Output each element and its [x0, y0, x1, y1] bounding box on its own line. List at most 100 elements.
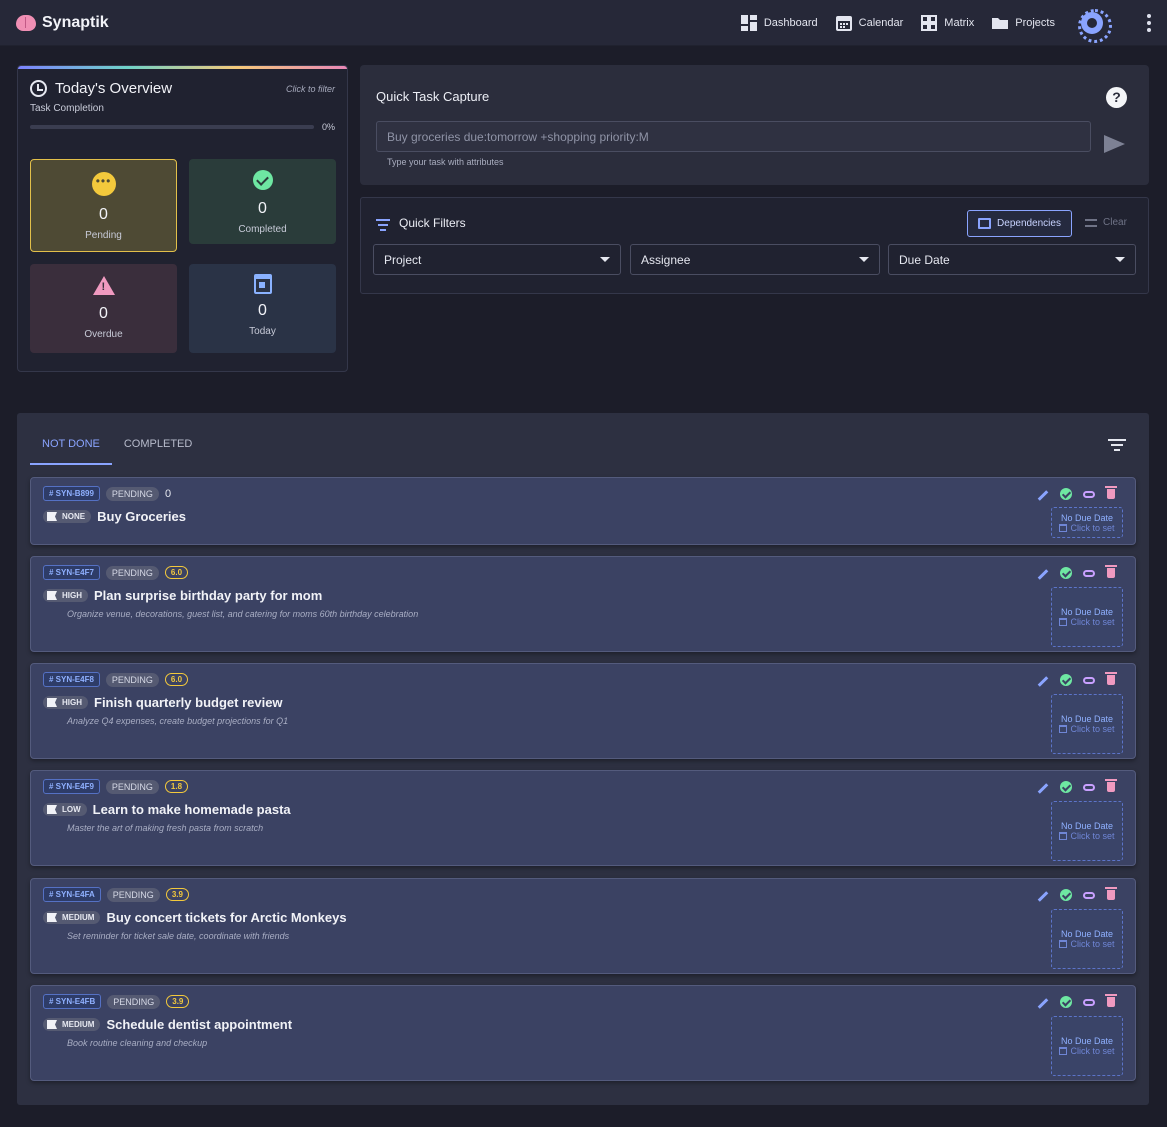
task-description: Analyze Q4 expenses, create budget proje…	[67, 716, 289, 726]
flag-icon	[47, 591, 57, 600]
link-icon[interactable]	[1083, 676, 1095, 684]
due-date-box[interactable]: No Due Date Click to set	[1051, 909, 1123, 969]
stat-card-pending[interactable]: 0 Pending	[30, 159, 177, 252]
project-select[interactable]: Project	[373, 244, 621, 275]
clear-filters-button[interactable]: Clear	[1085, 217, 1127, 228]
send-icon[interactable]	[1104, 135, 1125, 153]
edit-icon[interactable]	[1037, 890, 1049, 902]
edit-icon[interactable]	[1037, 997, 1049, 1009]
task-status-chip: PENDING	[105, 565, 159, 580]
task-id-chip[interactable]: # SYN-E4FA	[43, 887, 101, 902]
due-date-box[interactable]: No Due Date Click to set	[1051, 587, 1123, 647]
task-status-chip: PENDING	[105, 672, 159, 687]
stat-card-overdue[interactable]: 0 Overdue	[30, 264, 177, 353]
stat-card-today[interactable]: 0 Today	[189, 264, 336, 353]
edit-icon[interactable]	[1037, 782, 1049, 794]
matrix-icon	[921, 14, 938, 31]
quick-filters-panel: Quick Filters Dependencies Clear Project…	[360, 197, 1149, 294]
edit-icon[interactable]	[1037, 568, 1049, 580]
tab-completed[interactable]: COMPLETED	[112, 433, 204, 465]
task-status-chip: PENDING	[106, 887, 160, 902]
clock-icon	[30, 80, 47, 97]
task-title: Finish quarterly budget review	[94, 695, 283, 710]
complete-icon[interactable]	[1060, 567, 1072, 579]
due-date-label: No Due Date	[1060, 1036, 1114, 1046]
nav-calendar[interactable]: Calendar	[835, 15, 903, 31]
task-tabs: NOT DONE COMPLETED	[30, 433, 204, 465]
settings-gear-icon[interactable]	[1078, 8, 1112, 43]
link-icon[interactable]	[1083, 998, 1095, 1006]
complete-icon[interactable]	[1060, 781, 1072, 793]
task-id-chip[interactable]: # SYN-B899	[43, 486, 100, 501]
flag-icon	[47, 1020, 57, 1029]
chevron-down-icon	[859, 257, 869, 262]
edit-icon[interactable]	[1037, 675, 1049, 687]
due-date-box[interactable]: No Due Date Click to set	[1051, 801, 1123, 861]
nav-projects-label: Projects	[1015, 16, 1055, 29]
complete-icon[interactable]	[1060, 889, 1072, 901]
main-nav: Dashboard Calendar Matrix Projects	[740, 8, 1151, 43]
complete-icon[interactable]	[1060, 996, 1072, 1008]
folder-icon	[992, 17, 1009, 29]
due-date-label: No Due Date	[1060, 512, 1114, 523]
delete-icon[interactable]	[1105, 672, 1117, 685]
task-card[interactable]: # SYN-E4F8 PENDING 6.0 HIGH Finish quart…	[30, 663, 1136, 759]
task-id-chip[interactable]: # SYN-E4F8	[43, 672, 100, 687]
calendar-mini-icon	[1059, 1047, 1068, 1055]
task-priority-chip: HIGH	[43, 589, 88, 602]
dependencies-icon	[978, 218, 992, 229]
dependencies-button[interactable]: Dependencies	[967, 210, 1072, 237]
due-date-box[interactable]: No Due Date Click to set	[1051, 1016, 1123, 1076]
complete-icon[interactable]	[1060, 674, 1072, 686]
task-card[interactable]: # SYN-E4F9 PENDING 1.8 LOW Learn to make…	[30, 770, 1136, 866]
task-capture-input[interactable]	[376, 121, 1091, 152]
more-menu-icon[interactable]	[1147, 13, 1151, 32]
nav-matrix[interactable]: Matrix	[921, 14, 974, 31]
calendar-icon	[835, 15, 852, 31]
due-date-action: Click to set	[1070, 1046, 1115, 1056]
task-id-chip[interactable]: # SYN-E4FB	[43, 994, 102, 1009]
complete-icon[interactable]	[1060, 488, 1072, 500]
delete-icon[interactable]	[1105, 486, 1117, 499]
nav-projects[interactable]: Projects	[992, 15, 1055, 31]
assignee-select-value: Assignee	[641, 252, 691, 267]
due-date-select[interactable]: Due Date	[888, 244, 1136, 275]
brand[interactable]: Synaptik	[16, 14, 109, 32]
delete-icon[interactable]	[1105, 887, 1117, 900]
today-count: 0	[258, 302, 267, 319]
stat-card-completed[interactable]: 0 Completed	[189, 159, 336, 244]
delete-icon[interactable]	[1105, 779, 1117, 792]
quick-task-capture-panel: Quick Task Capture ? Type your task with…	[360, 65, 1149, 185]
task-actions	[1037, 994, 1117, 1009]
delete-icon[interactable]	[1105, 994, 1117, 1007]
link-icon[interactable]	[1083, 490, 1095, 498]
assignee-select[interactable]: Assignee	[630, 244, 880, 275]
task-completion-progress	[30, 125, 314, 129]
sort-icon[interactable]	[1108, 439, 1126, 454]
due-date-box[interactable]: No Due Date Click to set	[1051, 507, 1123, 538]
help-icon[interactable]: ?	[1106, 87, 1127, 108]
link-icon[interactable]	[1083, 783, 1095, 791]
task-id-chip[interactable]: # SYN-E4F9	[43, 779, 100, 794]
task-actions	[1037, 486, 1117, 501]
completed-label: Completed	[238, 224, 287, 235]
link-icon[interactable]	[1083, 569, 1095, 577]
task-card[interactable]: # SYN-E4FB PENDING 3.9 MEDIUM Schedule d…	[30, 985, 1136, 1081]
calendar-mini-icon	[1059, 725, 1068, 733]
edit-icon[interactable]	[1037, 489, 1049, 501]
tab-not-done[interactable]: NOT DONE	[30, 433, 112, 465]
task-card[interactable]: # SYN-E4F7 PENDING 6.0 HIGH Plan surpris…	[30, 556, 1136, 652]
top-bar: Synaptik Dashboard Calendar Matrix Proje…	[0, 0, 1167, 46]
due-date-box[interactable]: No Due Date Click to set	[1051, 694, 1123, 754]
task-card[interactable]: # SYN-B899 PENDING 0 NONE Buy Groceries …	[30, 477, 1136, 545]
delete-icon[interactable]	[1105, 565, 1117, 578]
task-description: Organize venue, decorations, guest list,…	[67, 609, 419, 619]
task-score: 0	[164, 487, 172, 500]
calendar-mini-icon	[1059, 523, 1068, 532]
link-icon[interactable]	[1083, 891, 1095, 899]
nav-dashboard[interactable]: Dashboard	[740, 14, 818, 31]
task-card[interactable]: # SYN-E4FA PENDING 3.9 MEDIUM Buy concer…	[30, 878, 1136, 974]
today-label: Today	[249, 326, 276, 337]
task-id-chip[interactable]: # SYN-E4F7	[43, 565, 100, 580]
task-title: Plan surprise birthday party for mom	[94, 588, 323, 603]
